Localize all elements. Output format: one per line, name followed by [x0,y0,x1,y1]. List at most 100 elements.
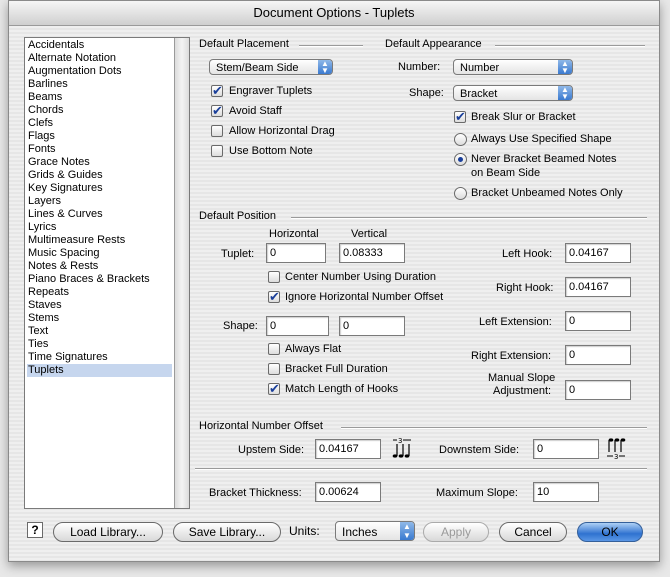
list-item[interactable]: Ties [27,338,172,351]
save-library-button[interactable]: Save Library... [173,522,281,542]
list-item[interactable]: Time Signatures [27,351,172,364]
list-item[interactable]: Beams [27,91,172,104]
always-flat-checkbox[interactable] [268,343,280,355]
list-item[interactable]: Grace Notes [27,156,172,169]
upstem-field[interactable]: 0.04167 [315,439,381,459]
list-item[interactable]: Augmentation Dots [27,65,172,78]
list-scrollbar[interactable] [174,38,189,508]
left-extension-field[interactable]: 0 [565,311,631,331]
shape-select-value: Bracket [460,88,498,100]
placement-select[interactable]: Stem/Beam Side ▲ ▼ [209,59,333,75]
manual-slope-label-1: Manual Slope [488,372,556,384]
tuplet-label: Tuplet: [221,248,255,260]
right-extension-field[interactable]: 0 [565,345,631,365]
list-item[interactable]: Multimeasure Rests [27,234,172,247]
allow-horizontal-drag-label: Allow Horizontal Drag [229,125,335,137]
manual-slope-field[interactable]: 0 [565,380,631,400]
placement-select-value: Stem/Beam Side [216,62,299,74]
units-select[interactable]: Inches ▲ ▼ [335,521,415,541]
break-slur-label: Break Slur or Bracket [471,111,576,123]
break-slur-checkbox[interactable] [454,109,466,125]
divider [495,45,645,47]
never-bracket-beamed-radio[interactable] [454,153,467,166]
bracket-full-duration-checkbox[interactable] [268,363,280,375]
always-flat-label: Always Flat [285,343,342,355]
list-item[interactable]: Notes & Rests [27,260,172,273]
list-item[interactable]: Accidentals [27,39,172,52]
list-item[interactable]: Music Spacing [27,247,172,260]
list-item[interactable]: Layers [27,195,172,208]
shape-vertical-field[interactable]: 0 [339,316,405,336]
engraver-tuplets-label: Engraver Tuplets [229,85,313,97]
downstem-label: Downstem Side: [439,444,520,456]
units-label: Units: [289,524,320,538]
divider [299,45,363,47]
list-item[interactable]: Flags [27,130,172,143]
help-button[interactable]: ? [27,522,43,538]
list-item[interactable]: Barlines [27,78,172,91]
engraver-tuplets-checkbox[interactable] [211,83,223,99]
ignore-offset-checkbox[interactable] [268,289,280,305]
maximum-slope-label: Maximum Slope: [436,487,518,499]
category-list[interactable]: Accidentals Alternate Notation Augmentatio… [24,37,190,509]
tuplet-horizontal-field[interactable]: 0 [266,243,326,263]
divider [341,427,647,429]
divider [195,468,647,470]
list-item[interactable]: Piano Braces & Brackets [27,273,172,286]
list-item[interactable]: Chords [27,104,172,117]
bracket-unbeamed-radio[interactable] [454,187,467,200]
list-item[interactable]: Repeats [27,286,172,299]
shape-horizontal-field[interactable]: 0 [266,316,329,336]
shape-select[interactable]: Bracket ▲ ▼ [453,85,573,101]
list-item[interactable]: Key Signatures [27,182,172,195]
avoid-staff-checkbox[interactable] [211,103,223,119]
avoid-staff-label: Avoid Staff [229,105,282,117]
number-select[interactable]: Number ▲ ▼ [453,59,573,75]
allow-horizontal-drag-checkbox[interactable] [211,125,223,137]
chevron-updown-icon: ▲ ▼ [400,522,414,540]
dialog-content: Accidentals Alternate Notation Augmentatio… [9,26,659,561]
right-hook-field[interactable]: 0.04167 [565,277,631,297]
never-bracket-beamed-label-2: on Beam Side [471,167,541,179]
list-item[interactable]: Tuplets [27,364,172,377]
downstem-tuplet-icon: 3 [605,436,629,462]
document-options-window: Document Options - Tuplets Accidentals Al… [8,0,660,562]
list-item[interactable]: Lines & Curves [27,208,172,221]
upstem-label: Upstem Side: [238,444,305,456]
match-hooks-checkbox[interactable] [268,381,280,397]
list-item[interactable]: Grids & Guides [27,169,172,182]
shape-label: Shape: [409,87,444,99]
svg-text:3: 3 [614,453,618,460]
list-item[interactable]: Clefs [27,117,172,130]
maximum-slope-field[interactable]: 10 [533,482,599,502]
window-title: Document Options - Tuplets [9,1,659,26]
cancel-button[interactable]: Cancel [499,522,567,542]
tuplet-vertical-field[interactable]: 0.08333 [339,243,405,263]
list-item[interactable]: Lyrics [27,221,172,234]
never-bracket-beamed-label-1: Never Bracket Beamed Notes [471,153,617,165]
bracket-thickness-field[interactable]: 0.00624 [315,482,381,502]
load-library-button[interactable]: Load Library... [53,522,163,542]
left-hook-field[interactable]: 0.04167 [565,243,631,263]
manual-slope-label-2: Adjustment: [493,385,552,397]
center-number-checkbox[interactable] [268,271,280,283]
list-item[interactable]: Staves [27,299,172,312]
horizontal-number-offset-heading: Horizontal Number Offset [199,420,323,432]
always-specified-shape-radio[interactable] [454,133,467,146]
always-specified-shape-label: Always Use Specified Shape [471,133,612,145]
bracket-thickness-label: Bracket Thickness: [209,487,302,499]
list-item[interactable]: Stems [27,312,172,325]
ignore-offset-label: Ignore Horizontal Number Offset [285,291,444,303]
horizontal-header: Horizontal [269,228,319,240]
left-extension-label: Left Extension: [479,316,552,328]
left-hook-label: Left Hook: [502,248,553,260]
ok-button[interactable]: OK [577,522,643,542]
downstem-field[interactable]: 0 [533,439,599,459]
list-item[interactable]: Alternate Notation [27,52,172,65]
use-bottom-note-checkbox[interactable] [211,145,223,157]
list-item[interactable]: Text [27,325,172,338]
apply-button[interactable]: Apply [423,522,489,542]
list-item[interactable]: Fonts [27,143,172,156]
number-label: Number: [398,61,441,73]
chevron-updown-icon: ▲ ▼ [558,86,572,101]
